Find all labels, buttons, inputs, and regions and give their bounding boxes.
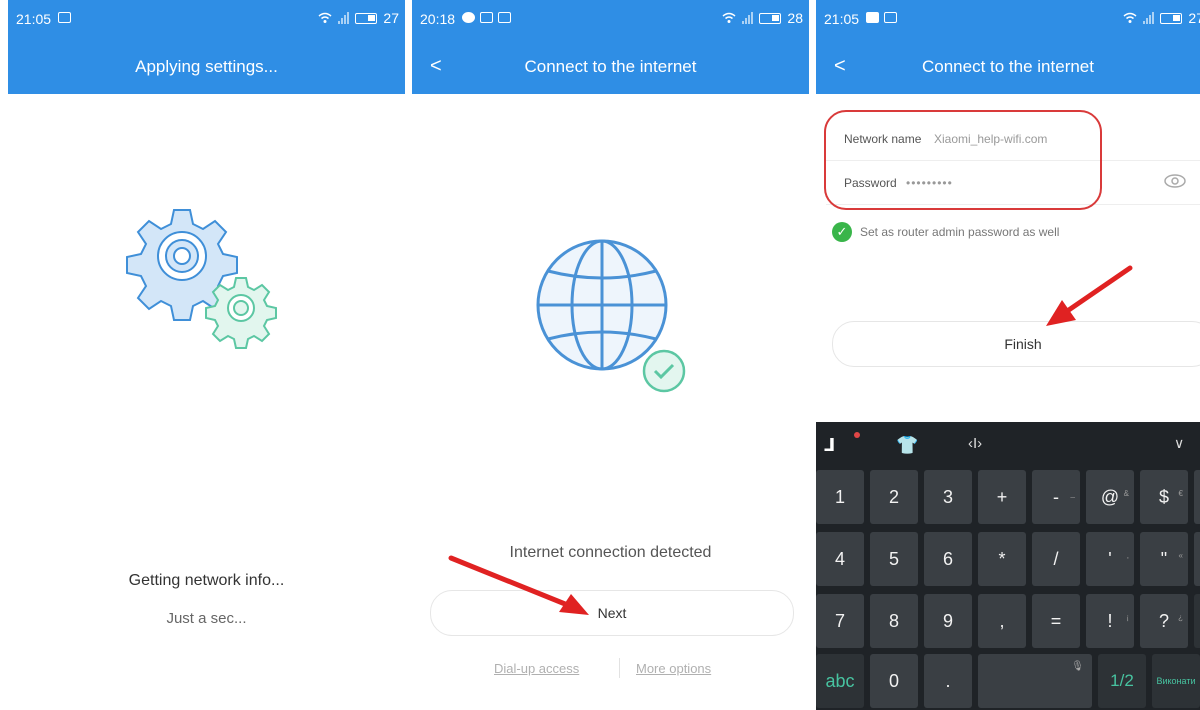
- wifi-icon: [722, 12, 736, 23]
- eye-icon[interactable]: [1164, 174, 1186, 188]
- red-arrow-annotation: [1046, 265, 1133, 326]
- signal-icon: [1143, 12, 1155, 24]
- battery-icon: [355, 12, 378, 24]
- status-bar: 21:05 27: [816, 0, 1200, 40]
- key-secondary-label: ¡: [1126, 613, 1129, 622]
- globe-check-icon: [536, 239, 686, 393]
- app-bar: < Connect to the internet: [816, 40, 1200, 94]
- keyboard-key[interactable]: 9: [924, 594, 972, 648]
- keyboard-logo-icon[interactable]: ᒧ: [824, 435, 835, 456]
- keyboard-key[interactable]: ! ¡: [1086, 594, 1134, 648]
- keyboard-key[interactable]: ? ¿: [1140, 594, 1188, 648]
- keyboard-key[interactable]: /: [1032, 532, 1080, 586]
- key-secondary-label: _: [1070, 489, 1075, 498]
- instagram-icon: [498, 12, 511, 23]
- screen-connect-detected: 20:18 28 < Connect to the internet Inter…: [412, 0, 809, 710]
- chevron-down-icon[interactable]: ∨: [1174, 435, 1184, 452]
- keyboard-key[interactable]: ,: [978, 594, 1026, 648]
- keyboard-key[interactable]: @ &: [1086, 470, 1134, 524]
- check-icon[interactable]: ✓: [832, 222, 852, 242]
- status-bar: 20:18 28: [412, 0, 809, 40]
- signal-icon: [742, 12, 754, 24]
- signal-icon: [338, 12, 350, 24]
- status-time: 20:18: [420, 11, 456, 27]
- key-secondary-label: €: [1178, 489, 1183, 498]
- keyboard-key[interactable]: $ €: [1140, 470, 1188, 524]
- keyboard-key[interactable]: :;: [1194, 532, 1200, 586]
- battery-icon: [759, 12, 782, 24]
- keyboard-key[interactable]: " «: [1140, 532, 1188, 586]
- wifi-icon: [1123, 12, 1137, 23]
- keyboard-key[interactable]: ',: [1086, 532, 1134, 586]
- keyboard-key[interactable]: *: [978, 532, 1026, 586]
- enter-key[interactable]: Виконати: [1152, 654, 1200, 708]
- keyboard-key[interactable]: 5: [870, 532, 918, 586]
- key-secondary-label: «: [1178, 551, 1183, 560]
- status-submessage: Just a sec...: [166, 610, 247, 627]
- mic-icon: 🎙: [1071, 661, 1084, 672]
- chat-icon: [462, 12, 475, 23]
- key-dot[interactable]: .: [924, 654, 972, 708]
- battery-icon: [1160, 12, 1183, 24]
- backspace-key[interactable]: ⌫: [1194, 594, 1200, 648]
- keyboard-key[interactable]: - _: [1032, 470, 1080, 524]
- page-title: Applying settings...: [135, 57, 278, 76]
- status-bar: 21:05 27: [8, 0, 405, 40]
- gallery-icon: [480, 12, 493, 23]
- app-bar: Applying settings...: [8, 40, 405, 94]
- red-arrow-annotation: [448, 555, 589, 615]
- link-divider: [619, 658, 620, 678]
- key-secondary-label: ,: [1126, 551, 1129, 560]
- keyboard-toolbar: ᒧ 👕 ‹I› ∨: [816, 422, 1200, 470]
- cursor-move-icon[interactable]: ‹I›: [968, 435, 982, 452]
- gallery-icon: [884, 12, 897, 23]
- keyboard-key[interactable]: 2: [870, 470, 918, 524]
- dialup-access-link[interactable]: Dial-up access: [494, 661, 579, 676]
- page-title: Connect to the internet: [524, 57, 697, 76]
- finish-button[interactable]: Finish: [832, 321, 1200, 367]
- status-time: 21:05: [16, 11, 52, 27]
- key-secondary-label: ¿: [1178, 613, 1183, 622]
- keyboard-key[interactable]: +: [978, 470, 1026, 524]
- gallery-icon: [58, 12, 71, 23]
- keyboard-key[interactable]: 7: [816, 594, 864, 648]
- wifi-icon: [318, 12, 332, 23]
- theme-shirt-icon[interactable]: 👕: [896, 435, 918, 456]
- gears-icon: [126, 209, 277, 349]
- recording-dot-icon: [854, 432, 860, 438]
- key-0[interactable]: 0: [870, 654, 918, 708]
- screen-applying-settings: 21:05 27 Applying settings... Getting ne…: [8, 0, 405, 710]
- status-time: 21:05: [824, 11, 860, 27]
- admin-password-checkbox-label: Set as router admin password as well: [860, 225, 1060, 239]
- keyboard-key[interactable]: 1: [816, 470, 864, 524]
- keyboard-key[interactable]: 4: [816, 532, 864, 586]
- numeric-keyboard: ᒧ 👕 ‹I› ∨ 123+-_@&$€(<)456*/',"«:;#789,=…: [816, 422, 1200, 710]
- symbol-page-key[interactable]: 1/2: [1098, 654, 1146, 708]
- keyboard-key[interactable]: 8: [870, 594, 918, 648]
- app-bar: < Connect to the internet: [412, 40, 809, 94]
- status-message: Getting network info...: [128, 572, 285, 589]
- screen-network-settings: 21:05 27 < Connect to the internet Netwo…: [816, 0, 1200, 710]
- keyboard-key[interactable]: (<: [1194, 470, 1200, 524]
- space-key[interactable]: 🎙: [978, 654, 1092, 708]
- battery-level: 27: [1188, 10, 1200, 26]
- more-options-link[interactable]: More options: [636, 661, 711, 676]
- battery-level: 27: [383, 10, 399, 26]
- red-highlight-annotation: [824, 110, 1102, 210]
- message-icon: [866, 12, 879, 23]
- keyboard-key[interactable]: 3: [924, 470, 972, 524]
- battery-level: 28: [787, 10, 803, 26]
- page-title: Connect to the internet: [921, 57, 1094, 76]
- keyboard-key[interactable]: 6: [924, 532, 972, 586]
- key-secondary-label: &: [1123, 489, 1129, 498]
- abc-key[interactable]: abc: [816, 654, 864, 708]
